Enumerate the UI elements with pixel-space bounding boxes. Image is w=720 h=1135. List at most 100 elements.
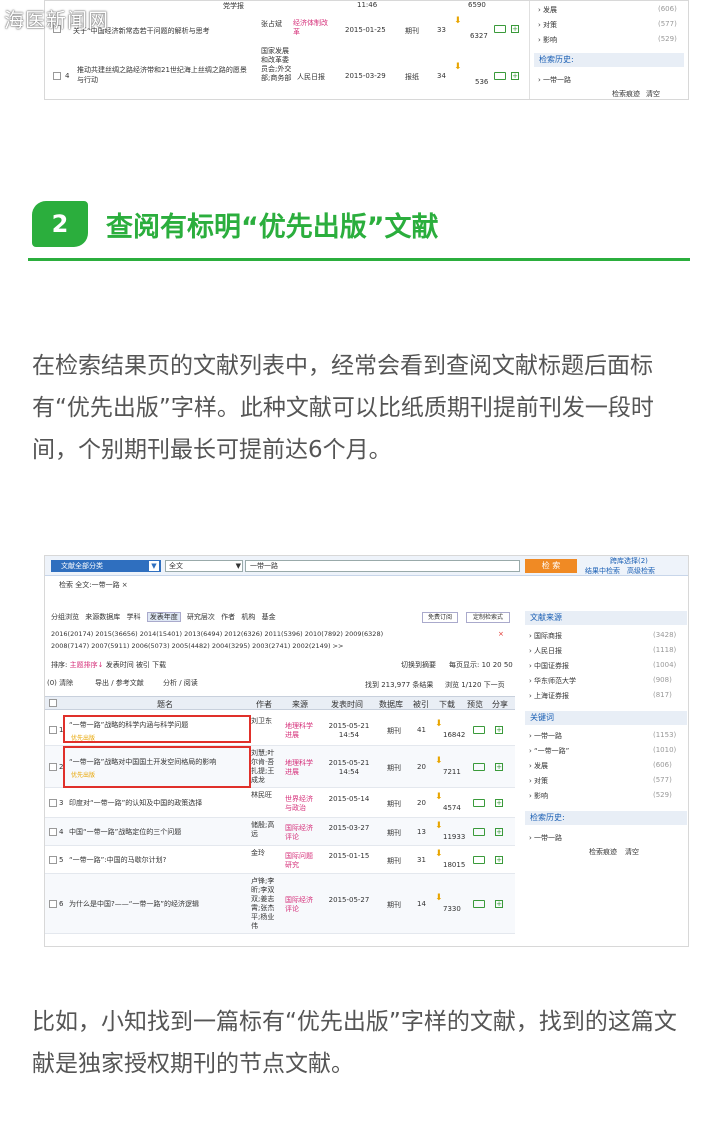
facet-item[interactable]: › “一带一路” — [529, 746, 569, 756]
download-icon[interactable]: ⬇ — [435, 894, 445, 903]
history-trace-link[interactable]: 检索痕迹 — [612, 89, 640, 99]
result-cites[interactable]: 14 — [417, 900, 426, 908]
preview-book-icon[interactable] — [473, 856, 485, 864]
result-source[interactable]: 经济体制改革 — [293, 19, 333, 37]
preview-book-icon[interactable] — [473, 799, 485, 807]
year-filter-row[interactable]: 2016(20174) 2015(36656) 2014(15401) 2013… — [51, 630, 383, 638]
row-checkbox[interactable] — [49, 726, 57, 734]
result-source[interactable]: 国际经济评论 — [285, 896, 319, 914]
header-date[interactable]: 发表时间 — [325, 699, 369, 710]
category-dropdown[interactable]: 文献全部分类 ▼ — [51, 560, 161, 572]
result-author[interactable]: 刘卫东 — [251, 717, 281, 726]
pagination[interactable]: 浏览 1/120 下一页 — [445, 680, 505, 690]
result-title[interactable]: 印度对“一带一路”的认知及中国的政策选择 — [69, 799, 247, 808]
row-checkbox[interactable] — [49, 799, 57, 807]
facet-item[interactable]: › 华东师范大学 — [529, 676, 576, 686]
tab-year[interactable]: 发表年度 — [146, 612, 181, 622]
share-plus-icon[interactable]: + — [495, 726, 503, 734]
share-plus-icon[interactable]: + — [495, 799, 503, 807]
sort-date[interactable]: 发表时间 — [106, 661, 134, 669]
facet-item[interactable]: › 中国证券报 — [529, 661, 569, 671]
year-filter-row[interactable]: 2008(7147) 2007(5911) 2006(5073) 2005(44… — [51, 642, 343, 650]
free-subscribe-button[interactable]: 免费订阅 — [422, 612, 458, 623]
facet-item[interactable]: › 人民日报 — [529, 646, 562, 656]
switch-abstract-link[interactable]: 切换到摘要 — [401, 660, 436, 670]
tab-fund[interactable]: 基金 — [262, 613, 276, 621]
share-plus-icon[interactable]: + — [495, 856, 503, 864]
row-checkbox[interactable] — [49, 828, 57, 836]
clear-selection[interactable]: (0) 清除 — [47, 678, 73, 688]
select-all-checkbox[interactable] — [49, 699, 57, 707]
per-page-selector[interactable]: 每页显示: 10 20 50 — [449, 660, 513, 670]
tab-level[interactable]: 研究层次 — [187, 613, 215, 621]
header-author[interactable]: 作者 — [249, 699, 279, 710]
side-item[interactable]: › 影响 — [538, 35, 557, 45]
result-author[interactable]: 储殷;高远 — [251, 821, 281, 839]
header-source[interactable]: 来源 — [285, 699, 315, 710]
sort-relevance[interactable]: 主题排序↓ — [70, 661, 104, 669]
download-icon[interactable]: ⬇ — [454, 63, 464, 72]
download-icon[interactable]: ⬇ — [435, 822, 445, 831]
row-checkbox[interactable] — [49, 900, 57, 908]
result-author[interactable]: 卢锋;李昕;李双双;姜志霄;张杰平;杨业伟 — [251, 877, 281, 931]
share-plus-icon[interactable]: + — [495, 828, 503, 836]
result-cites[interactable]: 31 — [417, 856, 426, 864]
result-cites[interactable]: 20 — [417, 763, 426, 771]
result-source[interactable]: 人民日报 — [297, 72, 325, 82]
side-item[interactable]: › 对策 — [538, 20, 557, 30]
result-source[interactable]: 地理科学进展 — [285, 722, 319, 740]
sort-cites[interactable]: 被引 — [136, 661, 150, 669]
history-item[interactable]: › 一带一路 — [529, 833, 562, 843]
advanced-search-link[interactable]: 高级检索 — [627, 566, 655, 576]
download-icon[interactable]: ⬇ — [454, 17, 464, 26]
share-plus-icon[interactable]: + — [511, 72, 519, 80]
result-source[interactable]: 国际经济评论 — [285, 824, 319, 842]
field-select[interactable]: 全文 ▼ — [165, 560, 243, 572]
history-trace-link[interactable]: 检索痕迹 — [589, 847, 617, 857]
preview-book-icon[interactable] — [473, 900, 485, 908]
result-author[interactable]: 金玲 — [251, 849, 281, 858]
result-author[interactable]: 林民旺 — [251, 791, 281, 800]
cross-db-link[interactable]: 跨库选择(2) — [610, 556, 648, 566]
result-source[interactable]: 地理科学进展 — [285, 759, 319, 777]
history-item[interactable]: › 一带一路 — [538, 75, 571, 85]
facet-item[interactable]: › 发展 — [529, 761, 548, 771]
result-title[interactable]: “一带一路”:中国的马歇尔计划? — [69, 856, 247, 865]
result-cites[interactable]: 33 — [437, 26, 446, 34]
facet-item[interactable]: › 一带一路 — [529, 731, 562, 741]
result-author[interactable]: 国家发展和改革委员会;外交部;商务部 — [261, 47, 295, 83]
result-source[interactable]: 世界经济与政治 — [285, 795, 319, 813]
row-checkbox[interactable] — [49, 856, 57, 864]
header-title[interactable]: 题名 — [105, 699, 225, 710]
row-checkbox[interactable] — [53, 72, 61, 80]
download-icon[interactable]: ⬇ — [435, 757, 445, 766]
tab-source-db[interactable]: 来源数据库 — [85, 613, 120, 621]
download-icon[interactable]: ⬇ — [435, 793, 445, 802]
preview-book-icon[interactable] — [494, 25, 506, 33]
history-clear-link[interactable]: 清空 — [625, 847, 639, 857]
facet-item[interactable]: › 影响 — [529, 791, 548, 801]
result-title[interactable]: 中国“一带一路”战略定位的三个问题 — [69, 828, 247, 837]
share-plus-icon[interactable]: + — [495, 763, 503, 771]
result-cites[interactable]: 20 — [417, 799, 426, 807]
result-search-link[interactable]: 结果中检索 — [585, 566, 620, 576]
result-source[interactable]: 国际问题研究 — [285, 852, 319, 870]
result-cites[interactable]: 41 — [417, 726, 426, 734]
close-icon[interactable]: × — [498, 630, 504, 638]
result-cites[interactable]: 13 — [417, 828, 426, 836]
history-clear-link[interactable]: 清空 — [646, 89, 660, 99]
tab-org[interactable]: 机构 — [241, 613, 255, 621]
result-cites[interactable]: 34 — [437, 72, 446, 80]
result-author[interactable]: 刘慧;叶尔肯·吾扎提;王成龙 — [251, 749, 281, 785]
result-title[interactable]: 推动共建丝绸之路经济带和21世纪海上丝绸之路的愿景与行动 — [77, 65, 247, 85]
preview-book-icon[interactable] — [494, 72, 506, 80]
sort-downloads[interactable]: 下载 — [152, 661, 166, 669]
share-plus-icon[interactable]: + — [511, 25, 519, 33]
search-button[interactable]: 检 索 — [525, 559, 577, 573]
facet-item[interactable]: › 对策 — [529, 776, 548, 786]
tab-author[interactable]: 作者 — [221, 613, 235, 621]
tab-subject[interactable]: 学科 — [126, 613, 140, 621]
preview-book-icon[interactable] — [473, 726, 485, 734]
search-input[interactable]: 一带一路 — [245, 560, 520, 572]
row-checkbox[interactable] — [49, 763, 57, 771]
